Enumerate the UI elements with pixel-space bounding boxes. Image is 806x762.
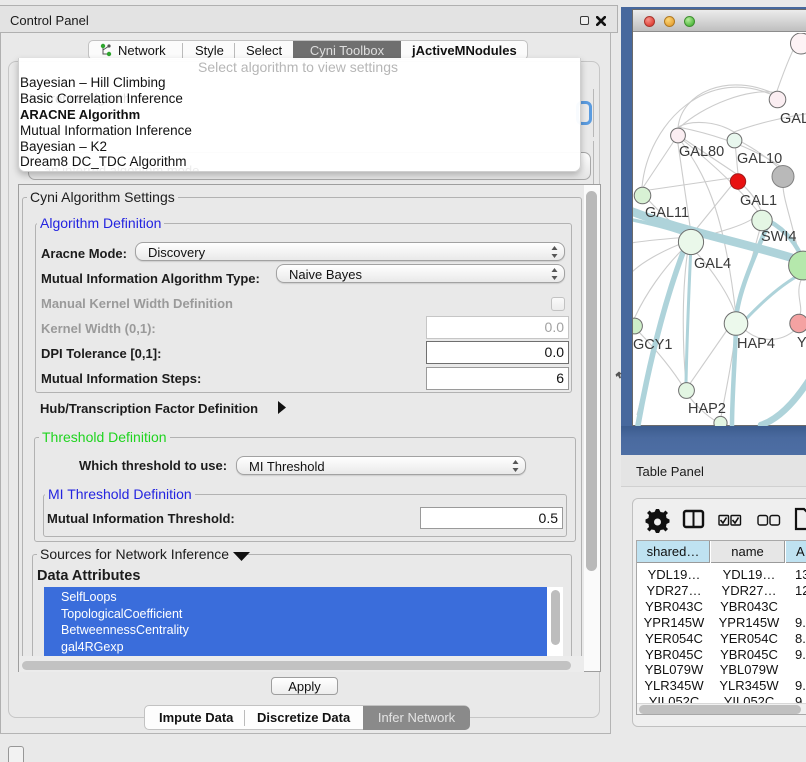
svg-text:HAP4: HAP4 xyxy=(737,336,775,352)
svg-text:GAL7: GAL7 xyxy=(780,111,806,127)
svg-text:GAL11: GAL11 xyxy=(645,205,689,221)
svg-text:SWI4: SWI4 xyxy=(761,229,796,245)
svg-text:GAL4: GAL4 xyxy=(694,256,731,272)
svg-text:YP: YP xyxy=(797,335,806,351)
svg-text:GAL10: GAL10 xyxy=(737,151,782,167)
svg-text:HAP2: HAP2 xyxy=(688,401,726,417)
svg-text:GAL80: GAL80 xyxy=(679,144,724,160)
svg-text:GAL1: GAL1 xyxy=(740,193,777,209)
svg-text:GCY1: GCY1 xyxy=(633,337,673,353)
